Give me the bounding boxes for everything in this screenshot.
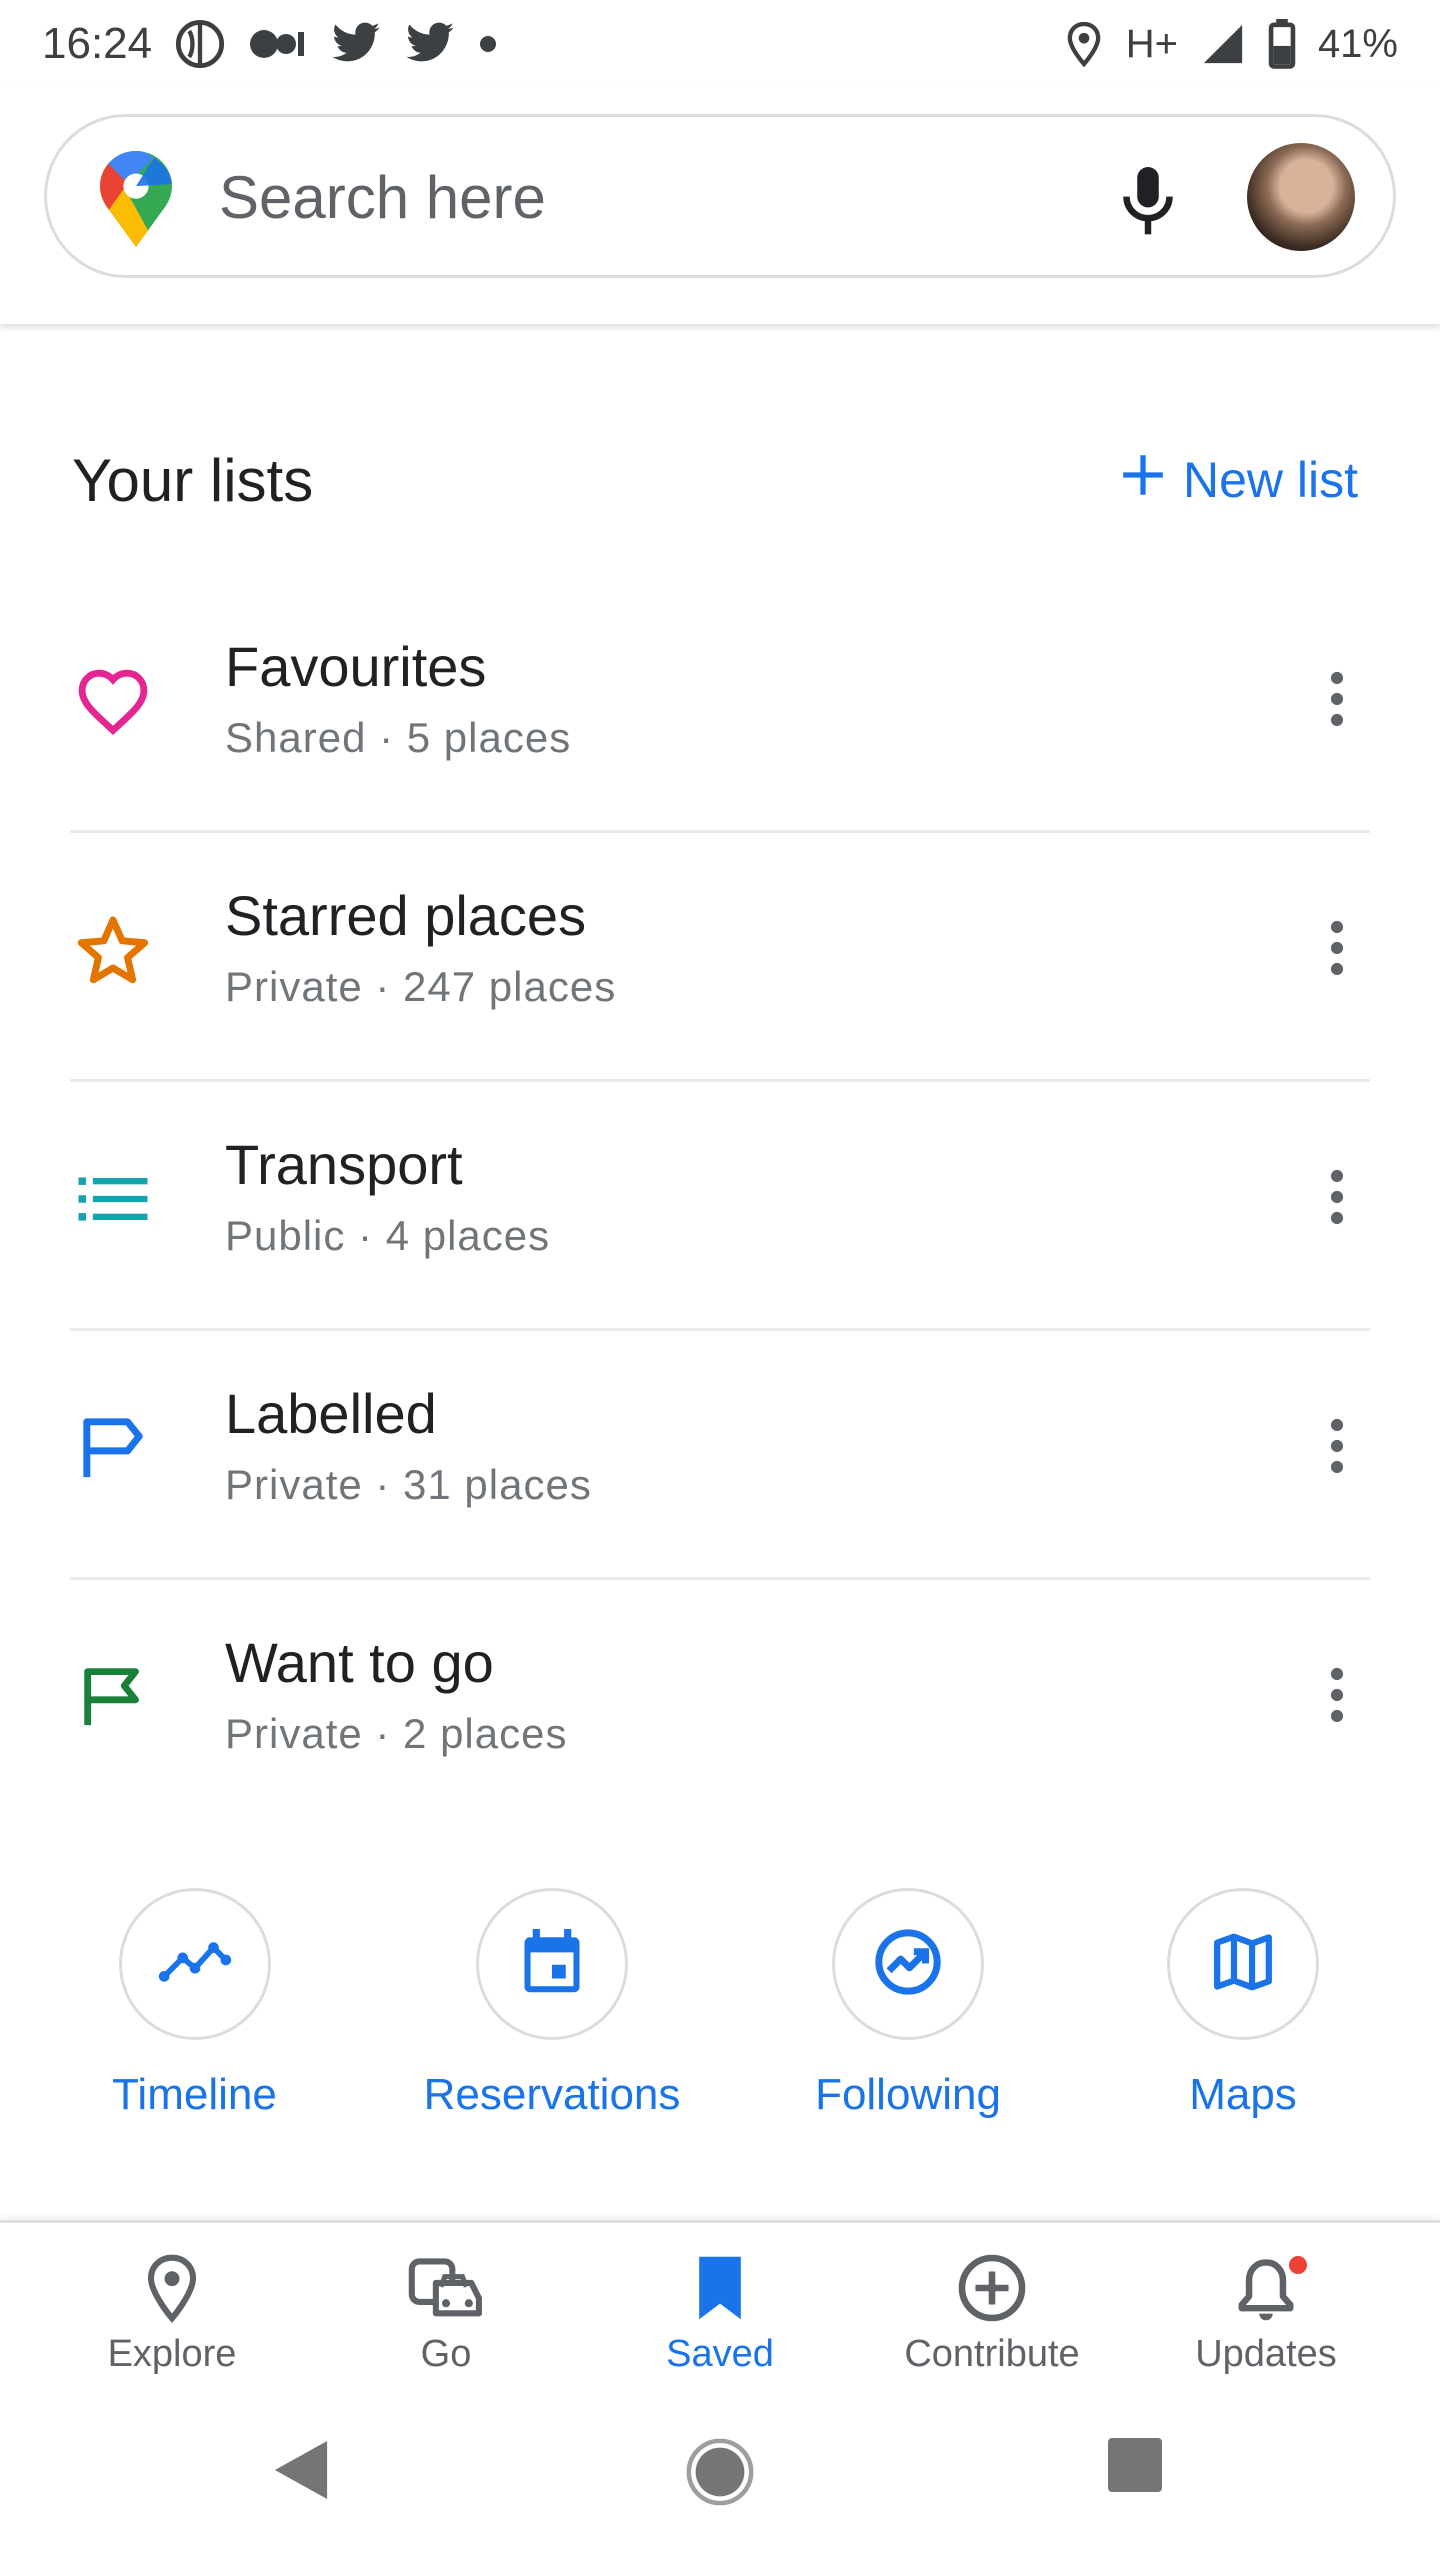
- list-subtitle: Private · 31 places: [225, 1461, 592, 1508]
- microphone-icon[interactable]: [1119, 167, 1177, 242]
- notification-dot: [1286, 2253, 1310, 2277]
- plus-icon: [1121, 451, 1165, 509]
- saved-lists: Favourites Shared · 5 places Starred pla…: [70, 584, 1370, 1829]
- list-title: Want to go: [225, 1631, 494, 1694]
- shortcut-label: Maps: [1189, 2070, 1297, 2119]
- twitter-icon: [404, 22, 456, 66]
- more-options-icon[interactable]: [1312, 913, 1362, 983]
- more-options-icon[interactable]: [1312, 664, 1362, 734]
- bottom-navigation: Explore Go Saved Contribute Updates: [0, 2220, 1440, 2380]
- section-title: Your lists: [72, 446, 314, 514]
- bookmark-icon: [694, 2249, 746, 2327]
- shortcut-circle: [832, 1888, 984, 2040]
- status-bar: 16:24 H+ 41%: [0, 0, 1440, 88]
- list-title: Favourites: [225, 635, 487, 698]
- media-app-icon: [248, 24, 308, 64]
- trending-icon: [873, 1927, 943, 2002]
- commute-icon: [408, 2249, 484, 2327]
- shortcut-label: Following: [815, 2070, 1001, 2119]
- home-icon[interactable]: [686, 2438, 754, 2511]
- location-icon: [1064, 20, 1104, 68]
- heart-icon: [70, 658, 156, 744]
- list-title: Starred places: [225, 884, 587, 947]
- calendar-icon: [521, 1928, 583, 2000]
- signal-icon: [1200, 21, 1246, 67]
- lists-header: Your lists New list: [72, 440, 1368, 520]
- nav-label: Explore: [107, 2333, 237, 2375]
- system-navigation: [0, 2380, 1440, 2560]
- bell-icon: [1236, 2249, 1310, 2327]
- nav-go[interactable]: Go: [310, 2249, 582, 2376]
- nav-updates[interactable]: Updates: [1130, 2249, 1402, 2376]
- battery-percent: 41%: [1317, 21, 1398, 66]
- list-subtitle: Public · 4 places: [225, 1212, 551, 1259]
- avatar[interactable]: [1247, 143, 1355, 251]
- timeline-icon: [158, 1941, 232, 1988]
- nav-label: Saved: [666, 2333, 774, 2375]
- add-circle-icon: [956, 2249, 1028, 2327]
- list-item-starred-places[interactable]: Starred places Private · 247 places: [70, 833, 1370, 1082]
- shortcut-timeline[interactable]: Timeline: [82, 1888, 307, 2120]
- search-bar[interactable]: Search here: [44, 114, 1396, 278]
- back-icon[interactable]: [272, 2438, 330, 2507]
- nav-label: Contribute: [904, 2333, 1080, 2375]
- search-header: Search here: [0, 88, 1440, 324]
- status-right: H+ 41%: [1064, 19, 1398, 69]
- network-type: H+: [1125, 21, 1178, 66]
- list-title: Labelled: [225, 1382, 437, 1445]
- more-notifications-dot-icon: [478, 34, 498, 54]
- list-item-favourites[interactable]: Favourites Shared · 5 places: [70, 584, 1370, 833]
- google-maps-logo-icon: [99, 151, 173, 252]
- nav-contribute[interactable]: Contribute: [856, 2249, 1128, 2376]
- star-icon: [70, 907, 156, 993]
- shortcut-circle: [118, 1888, 271, 2040]
- battery-icon: [1268, 19, 1296, 69]
- more-options-icon[interactable]: [1312, 1162, 1362, 1232]
- new-list-label: New list: [1182, 452, 1358, 508]
- nav-label: Updates: [1195, 2333, 1337, 2375]
- shortcut-reservations[interactable]: Reservations: [402, 1888, 702, 2120]
- shortcut-maps[interactable]: Maps: [1148, 1888, 1338, 2120]
- location-pin-icon: [144, 2249, 200, 2327]
- shortcut-circle: [476, 1888, 628, 2040]
- status-time: 16:24: [42, 19, 153, 68]
- nav-explore[interactable]: Explore: [36, 2249, 308, 2376]
- list-subtitle: Shared · 5 places: [225, 714, 572, 761]
- shortcuts-row: Timeline Reservations Following Maps: [0, 1888, 1440, 2138]
- twitter-icon: [330, 22, 382, 66]
- nav-label: Go: [420, 2333, 472, 2375]
- flag-icon: [70, 1654, 156, 1740]
- shortcut-following[interactable]: Following: [788, 1888, 1028, 2120]
- shortcut-circle: [1167, 1888, 1319, 2040]
- status-left: 16:24: [42, 18, 498, 70]
- more-options-icon[interactable]: [1312, 1411, 1362, 1481]
- new-list-button[interactable]: New list: [1121, 451, 1368, 509]
- list-icon: [70, 1156, 156, 1242]
- list-item-labelled[interactable]: Labelled Private · 31 places: [70, 1331, 1370, 1580]
- map-icon: [1212, 1931, 1274, 1998]
- shortcut-label: Reservations: [423, 2070, 681, 2119]
- recents-icon[interactable]: [1108, 2438, 1162, 2497]
- nav-saved[interactable]: Saved: [584, 2249, 856, 2376]
- list-subtitle: Private · 2 places: [225, 1710, 568, 1757]
- list-item-want-to-go[interactable]: Want to go Private · 2 places: [70, 1580, 1370, 1829]
- vpn-globe-icon: [174, 18, 226, 70]
- shortcut-label: Timeline: [112, 2070, 277, 2119]
- list-title: Transport: [225, 1133, 463, 1196]
- list-item-transport[interactable]: Transport Public · 4 places: [70, 1082, 1370, 1331]
- label-flag-icon: [70, 1405, 156, 1491]
- search-input[interactable]: Search here: [219, 163, 546, 232]
- list-subtitle: Private · 247 places: [225, 963, 617, 1010]
- more-options-icon[interactable]: [1312, 1660, 1362, 1730]
